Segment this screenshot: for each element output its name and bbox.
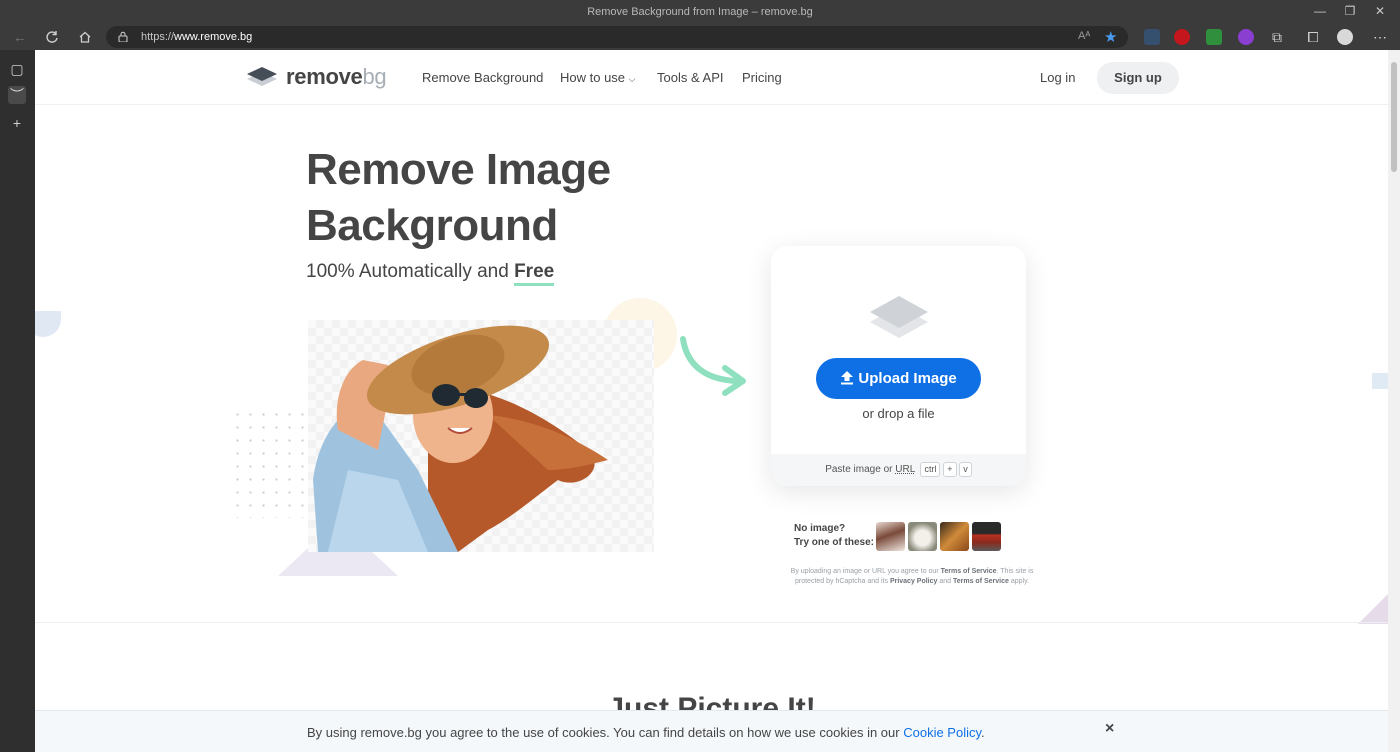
sample-image-car[interactable] [972,522,1001,551]
collections-icon[interactable]: ⧠ [1303,28,1323,46]
privacy-link[interactable]: Privacy Policy [890,578,937,585]
more-menu-icon[interactable]: ⋯ [1370,28,1390,46]
minimize-button[interactable]: — [1310,4,1330,18]
back-icon[interactable]: ← [10,28,30,46]
page-scrollbar[interactable] [1388,50,1400,752]
kbd-ctrl: ctrl [920,462,941,477]
logo-text[interactable]: removebg [286,64,387,90]
hero-woman-photo [308,320,654,552]
nav-remove-background[interactable]: Remove Background [422,70,543,85]
free-highlight: Free [514,261,555,286]
cookie-policy-link[interactable]: Cookie Policy [903,725,981,740]
upload-icon [841,371,854,385]
extension-badge-icon[interactable] [1206,29,1222,45]
favorite-star-icon[interactable]: ★ [1104,28,1117,46]
nav-how-to-use[interactable]: How to use ⌵ [560,70,636,85]
login-link[interactable]: Log in [1040,70,1075,85]
lock-icon [118,31,128,42]
youtube-extension-icon[interactable] [1174,29,1190,45]
profile-avatar[interactable] [1337,29,1353,45]
purple-extension-icon[interactable] [1238,29,1254,45]
upload-card[interactable]: Upload Image or drop a file Paste image … [771,246,1026,486]
layers-icon [870,296,928,338]
tab-actions-icon[interactable]: ▢ [8,60,26,78]
extension-icon[interactable] [1144,29,1160,45]
browser-toolbar: ← https://www.remove.bg Aᴬ ★ ⧉ ⧠ ⋯ [0,24,1400,50]
site-navbar: removebg Remove Background How to use ⌵ … [35,50,1388,105]
close-cookie-icon[interactable]: × [1105,720,1114,738]
hero-subtitle: 100% Automatically and Free [306,261,555,286]
decorative-dot-grid [231,408,311,518]
terms-link[interactable]: Terms of Service [941,568,997,575]
window-titlebar: Remove Background from Image – remove.bg… [0,0,1400,24]
chevron-down-icon: ⌵ [628,74,636,84]
nav-tools-api[interactable]: Tools & API [657,70,723,85]
scrollbar-thumb[interactable] [1391,62,1397,172]
read-aloud-icon[interactable]: Aᴬ [1078,30,1090,42]
signup-button[interactable]: Sign up [1097,62,1179,94]
address-bar[interactable]: https://www.remove.bg Aᴬ ★ [106,26,1128,48]
sample-image-woman[interactable] [876,522,905,551]
removebg-logo-icon[interactable] [245,64,279,88]
upload-image-button[interactable]: Upload Image [816,358,981,399]
decorative-half-circle [35,311,61,337]
refresh-icon[interactable] [42,28,62,46]
cookie-banner: By using remove.bg you agree to the use … [35,710,1388,752]
webpage: removebg Remove Background How to use ⌵ … [35,50,1388,752]
terms-text: By uploading an image or URL you agree t… [790,568,1034,585]
sample-image-bread[interactable] [940,522,969,551]
hero-title: Remove Image Background [306,145,611,250]
decorative-square [1372,373,1388,389]
decorative-triangle-corner [1358,594,1388,624]
paste-hint: Paste image or URL ctrl + v [771,454,1026,486]
window-title: Remove Background from Image – remove.bg [587,6,813,18]
url-text: https://www.remove.bg [141,31,253,43]
drop-file-text: or drop a file [862,406,935,421]
restore-button[interactable]: ❐ [1340,4,1360,18]
kbd-plus: + [943,462,957,477]
section-divider [35,622,1388,623]
browser-sidebar: ▢ ︶ + [0,50,35,752]
home-icon[interactable] [75,28,95,46]
tab-favicon-icon[interactable]: ︶ [8,86,26,104]
new-tab-icon[interactable]: + [8,114,26,132]
nav-pricing[interactable]: Pricing [742,70,782,85]
sample-prompt: No image? Try one of these: [794,523,875,548]
curved-arrow-icon [680,336,746,396]
sample-image-dog[interactable] [908,522,937,551]
paste-url-link[interactable]: URL [895,464,915,475]
terms-link-2[interactable]: Terms of Service [953,578,1009,585]
extensions-puzzle-icon[interactable]: ⧉ [1267,28,1287,46]
kbd-v: v [959,462,972,477]
close-window-button[interactable]: ✕ [1370,4,1390,18]
cookie-text: By using remove.bg you agree to the use … [307,725,985,740]
